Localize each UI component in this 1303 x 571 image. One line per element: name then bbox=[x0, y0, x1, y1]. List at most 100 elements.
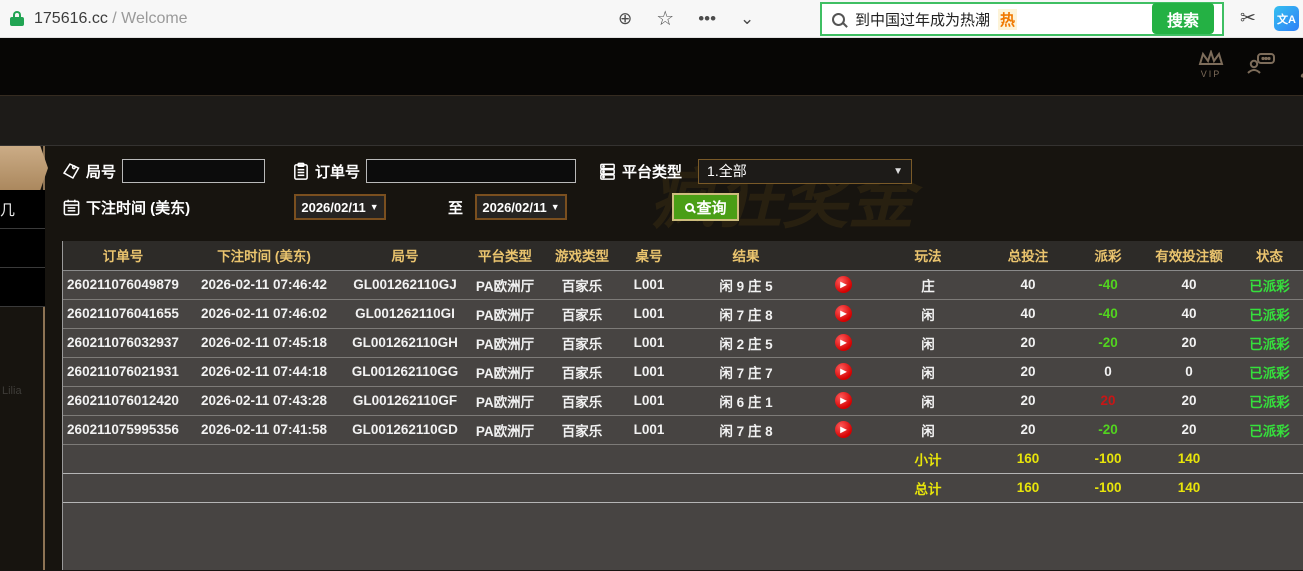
cell-round_no: GL001262110GI bbox=[345, 299, 465, 328]
bookmark-star-icon[interactable]: ☆ bbox=[656, 9, 674, 29]
cell-play: ▶ bbox=[813, 415, 873, 444]
total-cell-payout: -100 bbox=[1073, 473, 1143, 502]
cell-table_no: L001 bbox=[619, 415, 679, 444]
cell-wager: 庄 bbox=[873, 270, 983, 299]
platform-type-select[interactable]: 1.全部 ▼ bbox=[698, 159, 912, 184]
cell-total_bet: 20 bbox=[983, 386, 1073, 415]
cell-platform: PA欧洲厅 bbox=[465, 357, 545, 386]
address-bar[interactable]: 175616.cc / Welcome bbox=[34, 10, 188, 28]
subtotal-cell-valid_bet: 140 bbox=[1143, 444, 1235, 473]
translate-icon[interactable]: 文A bbox=[1274, 6, 1299, 31]
cell-valid_bet: 40 bbox=[1143, 299, 1235, 328]
cell-total_bet: 40 bbox=[983, 299, 1073, 328]
cell-status: 已派彩 bbox=[1235, 386, 1303, 415]
subtotal-cell-game bbox=[545, 444, 619, 473]
total-cell-total_bet: 160 bbox=[983, 473, 1073, 502]
platform-type-value: 1.全部 bbox=[707, 161, 747, 181]
cell-result: 闲 7 庄 8 bbox=[679, 415, 813, 444]
cell-game: 百家乐 bbox=[545, 415, 619, 444]
table-row: 2602110760329372026-02-11 07:45:18GL0012… bbox=[63, 328, 1303, 357]
sidebar-item-label: 几 bbox=[0, 199, 15, 220]
sidebar-item[interactable] bbox=[0, 229, 45, 268]
vip-label: VIP bbox=[1198, 69, 1224, 79]
search-icon bbox=[832, 13, 845, 26]
sub-header-band bbox=[0, 96, 1303, 146]
cell-play: ▶ bbox=[813, 357, 873, 386]
cell-payout: -40 bbox=[1073, 299, 1143, 328]
total-cell-table_no bbox=[619, 473, 679, 502]
zoom-badge-icon[interactable]: ⊕ bbox=[618, 10, 632, 27]
cell-order_no: 260211076041655 bbox=[63, 299, 183, 328]
vip-button[interactable]: VIP bbox=[1198, 50, 1224, 79]
music-icon[interactable]: ♪ bbox=[1298, 52, 1303, 86]
cell-round_no: GL001262110GJ bbox=[345, 270, 465, 299]
cell-game: 百家乐 bbox=[545, 357, 619, 386]
cell-valid_bet: 20 bbox=[1143, 415, 1235, 444]
sidebar-item-partial[interactable]: 几 bbox=[0, 190, 45, 229]
date-from-value: 2026/02/11 bbox=[301, 200, 365, 215]
sidebar-item-selected[interactable] bbox=[0, 146, 48, 190]
cell-result: 闲 7 庄 7 bbox=[679, 357, 813, 386]
column-header-round_no: 局号 bbox=[345, 241, 465, 270]
total-row: 总计160-100140 bbox=[63, 473, 1303, 502]
play-video-button[interactable]: ▶ bbox=[835, 276, 852, 293]
cell-order_no: 260211076021931 bbox=[63, 357, 183, 386]
column-header-result: 结果 bbox=[679, 241, 813, 270]
person-chat-icon bbox=[1246, 52, 1276, 74]
cell-status: 已派彩 bbox=[1235, 270, 1303, 299]
search-button[interactable]: 搜索 bbox=[1152, 3, 1214, 34]
column-header-bet_time: 下注时间 (美东) bbox=[183, 241, 345, 270]
cell-platform: PA欧洲厅 bbox=[465, 415, 545, 444]
cell-payout: -20 bbox=[1073, 328, 1143, 357]
order-no-input[interactable] bbox=[366, 159, 576, 183]
cell-platform: PA欧洲厅 bbox=[465, 299, 545, 328]
total-cell-order_no bbox=[63, 473, 183, 502]
play-video-button[interactable]: ▶ bbox=[835, 305, 852, 322]
total-cell-game bbox=[545, 473, 619, 502]
cell-status: 已派彩 bbox=[1235, 299, 1303, 328]
cell-result: 闲 7 庄 8 bbox=[679, 299, 813, 328]
cell-round_no: GL001262110GG bbox=[345, 357, 465, 386]
sidebar-item[interactable] bbox=[0, 268, 45, 307]
bet-records-table-wrap: 订单号下注时间 (美东)局号平台类型游戏类型桌号结果玩法总投注派彩有效投注额状态… bbox=[62, 241, 1303, 570]
platform-stack-icon bbox=[598, 162, 617, 181]
date-to-select[interactable]: 2026/02/11 ▼ bbox=[475, 194, 567, 220]
cell-play: ▶ bbox=[813, 328, 873, 357]
cell-total_bet: 20 bbox=[983, 328, 1073, 357]
cell-round_no: GL001262110GH bbox=[345, 328, 465, 357]
cell-bet_time: 2026-02-11 07:46:42 bbox=[183, 270, 345, 299]
total-cell-play bbox=[813, 473, 873, 502]
play-video-button[interactable]: ▶ bbox=[835, 363, 852, 380]
play-video-button[interactable]: ▶ bbox=[835, 421, 852, 438]
cell-round_no: GL001262110GF bbox=[345, 386, 465, 415]
subtotal-row: 小计160-100140 bbox=[63, 444, 1303, 473]
tag-icon bbox=[62, 162, 81, 181]
date-from-select[interactable]: 2026/02/11 ▼ bbox=[294, 194, 386, 220]
search-query-text: 到中国过年成为热潮 bbox=[855, 9, 990, 30]
chevron-down-icon[interactable]: ⌄ bbox=[740, 10, 754, 27]
subtotal-cell-wager: 小计 bbox=[873, 444, 983, 473]
cell-bet_time: 2026-02-11 07:43:28 bbox=[183, 386, 345, 415]
cell-order_no: 260211076032937 bbox=[63, 328, 183, 357]
cell-play: ▶ bbox=[813, 270, 873, 299]
total-cell-bet_time bbox=[183, 473, 345, 502]
customer-service-button[interactable] bbox=[1246, 52, 1276, 79]
play-video-button[interactable]: ▶ bbox=[835, 334, 852, 351]
cell-platform: PA欧洲厅 bbox=[465, 270, 545, 299]
platform-type-label: 平台类型 bbox=[622, 161, 682, 182]
cell-total_bet: 40 bbox=[983, 270, 1073, 299]
column-header-order_no: 订单号 bbox=[63, 241, 183, 270]
cell-total_bet: 20 bbox=[983, 415, 1073, 444]
cell-valid_bet: 0 bbox=[1143, 357, 1235, 386]
column-header-game: 游戏类型 bbox=[545, 241, 619, 270]
cell-valid_bet: 40 bbox=[1143, 270, 1235, 299]
scissors-icon[interactable]: ✂ bbox=[1240, 7, 1256, 30]
round-no-input[interactable] bbox=[122, 159, 265, 183]
query-button[interactable]: 查询 bbox=[672, 193, 739, 221]
more-menu-icon[interactable]: ••• bbox=[698, 10, 716, 27]
lock-icon bbox=[10, 11, 24, 26]
sidebar: 几 Lilia bbox=[0, 146, 45, 570]
play-video-button[interactable]: ▶ bbox=[835, 392, 852, 409]
cell-wager: 闲 bbox=[873, 357, 983, 386]
date-to-value: 2026/02/11 bbox=[482, 200, 546, 215]
